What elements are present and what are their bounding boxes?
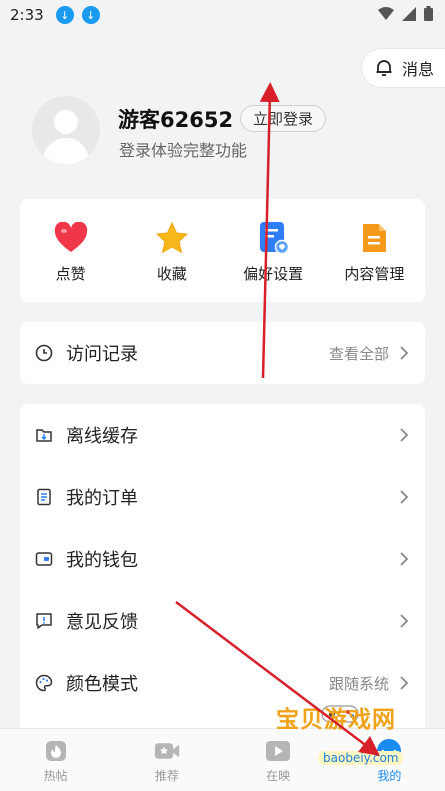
battery-icon [424,6,433,21]
wifi-icon [378,6,394,20]
favorites-button[interactable]: 收藏 [121,199,222,302]
document-icon [357,221,391,255]
feedback-row[interactable]: 意见反馈 [20,590,425,652]
video-camera-icon [154,739,180,763]
preferences-label: 偏好设置 [243,265,304,283]
clock-icon [34,343,54,363]
avatar[interactable] [32,96,100,164]
wallet-icon [34,549,54,569]
color-mode-value: 跟随系统 [328,674,389,693]
order-icon [34,487,54,507]
view-all-link[interactable]: 查看全部 [329,343,389,364]
likes-label: 点赞 [55,265,86,283]
watermark-url: baobeiy.com [318,751,404,765]
feedback-icon [34,611,54,631]
content-management-button[interactable]: 内容管理 [324,199,425,302]
likes-button[interactable]: 点赞 [20,199,121,302]
visit-history-label: 访问记录 [66,344,138,365]
offline-cache-row[interactable]: 离线缓存 [20,404,425,466]
my-wallet-label: 我的钱包 [66,550,138,571]
system-indicators [378,6,433,21]
flame-icon [43,739,69,763]
download-icon: ↓ [81,6,100,24]
status-bar: 2:33 ↓ ↓ [0,0,445,30]
chevron-right-icon [400,552,409,566]
quick-actions-card: 点赞 收藏 偏好设置 内容管理 [20,199,425,302]
messages-button[interactable]: 消息 [361,48,445,88]
nav-recommend-label: 推荐 [154,769,179,783]
username: 游客62652 [118,108,234,132]
login-subtitle: 登录体验完整功能 [119,141,248,160]
chevron-right-icon [400,346,409,360]
download-icon: ↓ [55,6,74,24]
chevron-right-icon [400,428,409,442]
offline-cache-label: 离线缓存 [66,426,138,447]
feedback-label: 意见反馈 [66,612,138,633]
signal-icon [402,6,416,21]
chevron-right-icon [400,614,409,628]
status-time: 2:33 [10,6,44,24]
nav-hot-posts[interactable]: 热帖 [0,729,111,791]
bell-icon [376,60,392,76]
my-wallet-row[interactable]: 我的钱包 [20,528,425,590]
login-button[interactable]: 立即登录 [240,105,326,132]
messages-label: 消息 [402,60,435,79]
nav-hot-posts-label: 热帖 [43,769,68,783]
star-icon [155,221,189,255]
visit-history-row[interactable]: 访问记录 查看全部 [20,322,425,384]
color-mode-label: 颜色模式 [66,674,138,695]
favorites-label: 收藏 [156,265,187,283]
preferences-button[interactable]: 偏好设置 [223,199,324,302]
menu-list: 离线缓存 我的订单 我的钱包 意见反馈 颜色模式 跟随系统 [20,404,425,744]
chevron-right-icon [400,676,409,690]
chevron-right-icon [400,490,409,504]
nav-recommend[interactable]: 推荐 [111,729,222,791]
watermark-title: 宝贝游戏网 [276,707,396,733]
my-orders-row[interactable]: 我的订单 [20,466,425,528]
my-orders-label: 我的订单 [66,488,138,509]
site-watermark: 宝贝游戏网 baobeiy.com [262,700,412,770]
download-folder-icon [34,425,54,445]
heart-icon [54,221,88,255]
content-management-label: 内容管理 [344,265,405,283]
preference-icon [256,221,290,255]
palette-icon [34,673,54,693]
